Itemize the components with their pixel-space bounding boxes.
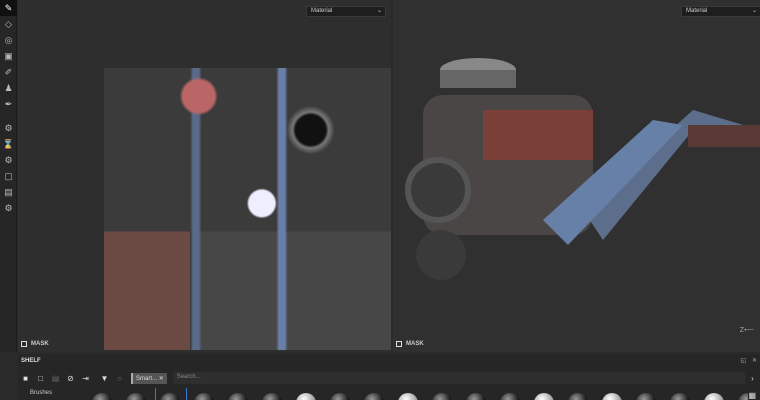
close-icon[interactable]: ✕ bbox=[159, 376, 164, 382]
close-icon[interactable]: ✕ bbox=[752, 357, 757, 364]
tool-sidebar: ✎ ◇ ◎ ▣ ✐ ♟ ✒ ⚙ ⌛ ⚙ ▢ ▤ ⚙ bbox=[0, 0, 17, 352]
shelf-item[interactable] bbox=[326, 388, 356, 400]
shelf-item[interactable] bbox=[530, 388, 560, 400]
document-icon[interactable]: ▤ bbox=[0, 184, 17, 200]
grid-view-icon[interactable]: ▦ bbox=[748, 391, 756, 400]
color-picker-icon[interactable]: ✒ bbox=[0, 96, 17, 112]
shelf-item[interactable] bbox=[224, 388, 254, 400]
shelf-title: SHELF bbox=[21, 358, 41, 364]
chevron-right-icon[interactable]: › bbox=[745, 374, 760, 383]
shelf-panel: SHELF ◱ ✕ ■ □ ▤ ⊘ ⇥ ▼ ○ Smart... ✕ Searc… bbox=[18, 354, 760, 400]
shelf-item[interactable] bbox=[88, 388, 118, 400]
shelf-item[interactable] bbox=[122, 388, 152, 400]
settings-icon[interactable]: ⚙ bbox=[0, 152, 17, 168]
smudge-icon[interactable]: ✐ bbox=[0, 64, 17, 80]
filter-chip[interactable]: Smart... ✕ bbox=[131, 372, 167, 384]
category-item-brushes[interactable]: Brushes bbox=[30, 390, 52, 396]
paint-brush-icon[interactable]: ✎ bbox=[0, 0, 17, 16]
shelf-item[interactable] bbox=[155, 388, 187, 400]
shelf-item[interactable] bbox=[496, 388, 526, 400]
shelf-item[interactable] bbox=[258, 388, 288, 400]
photoshop-export-icon[interactable]: ▢ bbox=[0, 168, 17, 184]
mask-icon bbox=[396, 341, 402, 347]
shelf-item[interactable] bbox=[700, 388, 730, 400]
circle-icon[interactable]: ○ bbox=[112, 374, 127, 383]
eraser-icon[interactable]: ◇ bbox=[0, 16, 17, 32]
axis-gizmo-icon: Z⟵ bbox=[739, 327, 754, 334]
shelf-item[interactable] bbox=[428, 388, 458, 400]
engine-model bbox=[405, 58, 760, 280]
mask-toggle-2d[interactable]: MASK bbox=[21, 341, 49, 347]
mask-icon bbox=[21, 341, 27, 347]
history-icon[interactable]: ⌛ bbox=[0, 136, 17, 152]
shelf-item[interactable] bbox=[734, 388, 748, 400]
viewport-2d[interactable]: Material ⌄ MASK bbox=[18, 0, 391, 352]
save-icon[interactable]: ▤ bbox=[48, 374, 63, 383]
search-input[interactable]: Search... bbox=[172, 372, 745, 384]
shelf-item[interactable] bbox=[360, 388, 390, 400]
shelf-item[interactable] bbox=[564, 388, 594, 400]
geometry-mask-icon[interactable]: ▣ bbox=[0, 48, 17, 64]
import-icon[interactable]: ⇥ bbox=[78, 374, 93, 383]
texture-uv-map bbox=[104, 68, 391, 350]
projection-icon[interactable]: ◎ bbox=[0, 32, 17, 48]
shelf-item[interactable] bbox=[190, 388, 220, 400]
folder-icon[interactable]: ■ bbox=[18, 374, 33, 383]
shelf-item[interactable] bbox=[666, 388, 696, 400]
shelf-thumbnails bbox=[88, 388, 748, 400]
shelf-item[interactable] bbox=[394, 388, 424, 400]
undock-icon[interactable]: ◱ bbox=[740, 357, 746, 364]
chevron-down-icon: ⌄ bbox=[376, 8, 382, 14]
bake-icon[interactable]: ⚙ bbox=[0, 120, 17, 136]
viewport-3d[interactable]: Material ⌄ Z⟵ MASK bbox=[393, 0, 760, 352]
mask-toggle-3d[interactable]: MASK bbox=[396, 341, 424, 347]
clone-stamp-icon[interactable]: ♟ bbox=[0, 80, 17, 96]
hide-icon[interactable]: ⊘ bbox=[63, 374, 78, 383]
display-mode-dropdown-2d[interactable]: Material ⌄ bbox=[306, 6, 386, 17]
shelf-item[interactable] bbox=[632, 388, 662, 400]
new-item-icon[interactable]: □ bbox=[33, 374, 48, 383]
shelf-toolbar: ■ □ ▤ ⊘ ⇥ ▼ ○ Smart... ✕ Search... › bbox=[18, 370, 760, 386]
shelf-item[interactable] bbox=[462, 388, 492, 400]
shelf-item[interactable] bbox=[292, 388, 322, 400]
shelf-item[interactable] bbox=[598, 388, 628, 400]
plugin-icon[interactable]: ⚙ bbox=[0, 200, 17, 216]
filter-icon[interactable]: ▼ bbox=[97, 374, 112, 383]
